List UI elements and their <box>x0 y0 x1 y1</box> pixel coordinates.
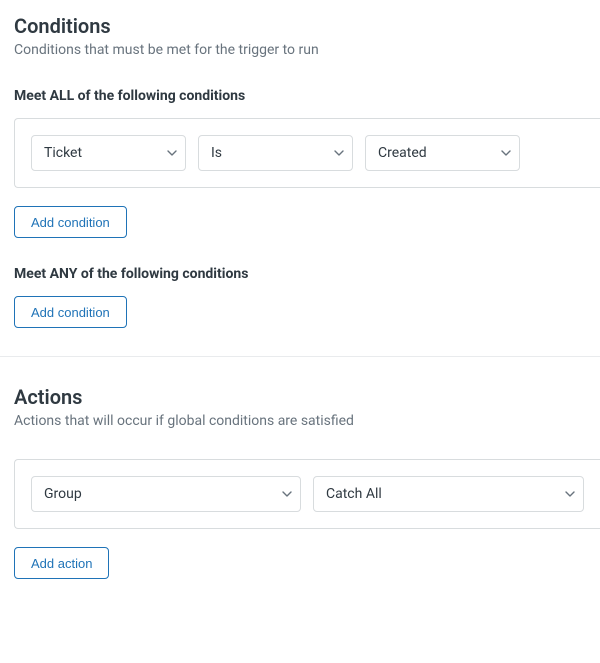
add-action-button[interactable]: Add action <box>14 547 109 579</box>
conditions-desc: Conditions that must be met for the trig… <box>14 42 586 58</box>
actions-desc: Actions that will occur if global condit… <box>14 413 586 429</box>
add-condition-all-label: Add condition <box>31 215 110 230</box>
action-row: Group Catch All <box>14 459 600 529</box>
meet-all-label: Meet ALL of the following conditions <box>14 88 586 104</box>
action-field-select[interactable]: Group <box>31 476 301 512</box>
add-condition-any-label: Add condition <box>31 305 110 320</box>
actions-title: Actions <box>14 385 586 409</box>
condition-value-value: Created <box>378 145 427 161</box>
add-condition-any-button[interactable]: Add condition <box>14 296 127 328</box>
conditions-title: Conditions <box>14 14 586 38</box>
condition-all-row: Ticket Is Created <box>14 118 600 188</box>
chevron-down-icon <box>501 148 511 158</box>
chevron-down-icon <box>167 148 177 158</box>
condition-field-select[interactable]: Ticket <box>31 135 186 171</box>
condition-value-select[interactable]: Created <box>365 135 520 171</box>
add-condition-all-button[interactable]: Add condition <box>14 206 127 238</box>
add-action-label: Add action <box>31 556 92 571</box>
section-divider <box>0 356 600 357</box>
condition-field-value: Ticket <box>44 145 82 161</box>
chevron-down-icon <box>565 489 575 499</box>
condition-operator-value: Is <box>211 145 222 161</box>
chevron-down-icon <box>282 489 292 499</box>
meet-any-label: Meet ANY of the following conditions <box>14 266 586 282</box>
action-field-value: Group <box>44 486 82 502</box>
action-value-select[interactable]: Catch All <box>313 476 584 512</box>
action-value-value: Catch All <box>326 486 382 502</box>
chevron-down-icon <box>334 148 344 158</box>
condition-operator-select[interactable]: Is <box>198 135 353 171</box>
